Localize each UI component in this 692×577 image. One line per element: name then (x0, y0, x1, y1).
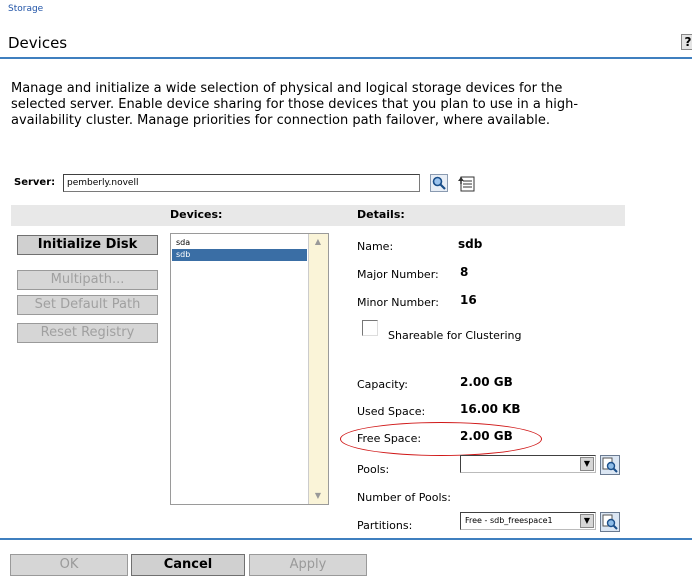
name-value: sdb (458, 237, 483, 251)
partitions-label: Partitions: (357, 519, 413, 532)
multipath-button[interactable]: Multipath... (17, 270, 158, 290)
details-column-header: Details: (357, 208, 405, 221)
major-number-value: 8 (460, 265, 469, 279)
footer-divider (0, 538, 692, 540)
name-label: Name: (357, 240, 394, 253)
breadcrumb-storage[interactable]: Storage (8, 4, 43, 14)
ok-button[interactable]: OK (10, 554, 128, 576)
minor-number-value: 16 (460, 293, 477, 307)
used-space-value: 16.00 KB (460, 402, 521, 416)
partitions-select[interactable]: Free - sdb_freespace1 ▼ (460, 512, 596, 530)
device-item-sdb[interactable]: sdb (172, 249, 307, 261)
apply-button[interactable]: Apply (249, 554, 367, 576)
reset-registry-button[interactable]: Reset Registry (17, 323, 158, 343)
number-of-pools-label: Number of Pools: (357, 491, 451, 504)
initialize-disk-button[interactable]: Initialize Disk (17, 235, 158, 255)
partitions-dropdown-icon[interactable]: ▼ (580, 514, 594, 528)
capacity-label: Capacity: (357, 378, 408, 391)
minor-number-label: Minor Number: (357, 296, 439, 309)
free-space-highlight-oval (340, 422, 542, 456)
server-input[interactable] (63, 174, 420, 192)
pools-search-icon[interactable] (600, 455, 620, 475)
scroll-up-icon[interactable]: ▲ (312, 236, 324, 248)
header-divider (0, 57, 692, 59)
pools-label: Pools: (357, 463, 390, 476)
device-list-scrollbar[interactable]: ▲ ▼ (308, 234, 328, 504)
scroll-down-icon[interactable]: ▼ (312, 490, 324, 502)
used-space-label: Used Space: (357, 405, 426, 418)
capacity-value: 2.00 GB (460, 375, 513, 389)
server-label: Server: (14, 177, 56, 188)
partitions-search-icon[interactable] (600, 512, 620, 532)
page-title: Devices (8, 34, 68, 52)
major-number-label: Major Number: (357, 268, 439, 281)
device-item-sda[interactable]: sda (172, 237, 307, 249)
column-header-bar (11, 205, 625, 226)
shareable-label: Shareable for Clustering (388, 329, 522, 342)
pools-dropdown-icon[interactable]: ▼ (580, 457, 594, 471)
device-list[interactable]: sda sdb ▲ ▼ (170, 233, 329, 505)
cancel-button[interactable]: Cancel (131, 554, 245, 576)
search-server-icon[interactable] (430, 174, 448, 192)
devices-column-header: Devices: (170, 208, 223, 221)
help-button[interactable]: ? (681, 34, 692, 50)
browse-server-icon[interactable] (456, 173, 475, 192)
set-default-path-button[interactable]: Set Default Path (17, 295, 158, 315)
page-description: Manage and initialize a wide selection o… (11, 81, 579, 128)
partitions-select-value: Free - sdb_freespace1 (465, 516, 553, 525)
pools-select[interactable]: ▼ (460, 455, 596, 473)
shareable-checkbox[interactable] (362, 320, 378, 336)
